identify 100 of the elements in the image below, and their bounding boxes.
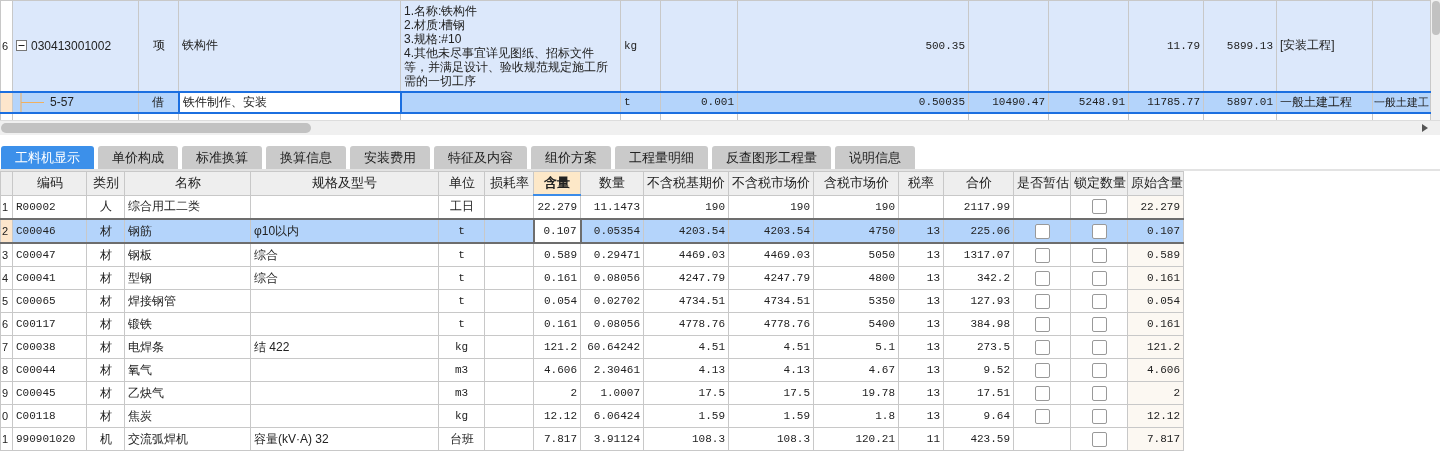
description-line: 2.材质:槽钢 — [404, 17, 467, 32]
checkbox[interactable] — [1034, 408, 1050, 424]
checkbox[interactable] — [1034, 385, 1050, 401]
vertical-scrollbar[interactable] — [1431, 0, 1440, 120]
table-cell: 13 — [926, 249, 940, 261]
checkbox[interactable] — [1091, 316, 1107, 332]
table-cell: 030413001002 — [31, 38, 112, 53]
table-cell: 13 — [926, 364, 940, 376]
row-number: 4 — [2, 272, 9, 284]
table-cell: 0.001 — [701, 96, 734, 109]
table-cell: 190 — [705, 200, 725, 213]
table-cell: 0.161 — [1147, 272, 1180, 284]
table-cell: 0.02702 — [593, 295, 640, 307]
checkbox[interactable] — [1034, 339, 1050, 355]
table-cell: t — [458, 249, 465, 261]
tab[interactable]: 安装费用 — [350, 146, 430, 169]
table-cell: 11 — [926, 433, 940, 445]
checkbox[interactable] — [1091, 293, 1107, 309]
table-cell: t — [458, 272, 465, 284]
table-cell: 5897.01 — [1226, 96, 1273, 109]
table-cell: 材 — [99, 408, 112, 423]
checkbox[interactable] — [1091, 223, 1107, 239]
table-cell: 4203.54 — [763, 225, 810, 237]
table-cell: 钢板 — [128, 247, 152, 262]
table-cell: 342.2 — [977, 272, 1010, 284]
checkbox[interactable] — [1034, 293, 1050, 309]
table-cell: 1.59 — [783, 410, 810, 422]
row-number: 1 — [2, 200, 9, 213]
checkbox[interactable] — [1091, 339, 1107, 355]
table-cell: 423.59 — [970, 433, 1010, 445]
table-cell: 0.08056 — [593, 318, 640, 330]
table-cell: 1317.07 — [963, 249, 1010, 261]
table-cell: 0.589 — [1147, 249, 1180, 261]
table-cell: 材 — [99, 270, 112, 285]
row-number: 0 — [2, 410, 9, 422]
table-cell: 0.161 — [544, 272, 577, 284]
table-cell: 13 — [926, 225, 940, 237]
collapse-icon[interactable] — [16, 40, 27, 52]
column-header[interactable]: 名称 — [174, 175, 201, 191]
checkbox[interactable] — [1091, 362, 1107, 378]
tab[interactable]: 标准换算 — [182, 146, 262, 169]
table-cell: m3 — [454, 387, 469, 399]
table-cell: 交流弧焊机 — [128, 431, 188, 446]
checkbox[interactable] — [1091, 385, 1107, 401]
checkbox[interactable] — [1091, 408, 1107, 424]
table-cell: 0.107 — [1147, 225, 1180, 237]
table-cell: 17.5 — [783, 387, 810, 399]
table-cell: 2117.99 — [963, 200, 1010, 213]
checkbox[interactable] — [1034, 223, 1050, 239]
table-cell: 结 422 — [254, 339, 290, 354]
checkbox[interactable] — [1091, 199, 1107, 215]
table-cell: 5-57 — [50, 95, 75, 110]
table-cell: 2.30461 — [593, 364, 640, 376]
table-cell: kg — [624, 39, 638, 52]
checkbox[interactable] — [1034, 247, 1050, 263]
checkbox[interactable] — [1034, 316, 1050, 332]
table-cell: 乙炔气 — [128, 385, 164, 400]
row-number: 6 — [2, 318, 9, 330]
table-cell: 7.817 — [1147, 433, 1180, 445]
checkbox[interactable] — [1091, 247, 1107, 263]
table-cell: 13 — [926, 318, 940, 330]
checkbox[interactable] — [1034, 270, 1050, 286]
table-cell: 铁构件 — [182, 38, 218, 53]
tab[interactable]: 组价方案 — [531, 146, 611, 169]
table-cell: C00118 — [16, 410, 56, 422]
row-number: 3 — [2, 249, 9, 261]
table-cell: C00065 — [16, 295, 56, 307]
table-cell: t — [458, 225, 465, 237]
table-cell: 4469.03 — [763, 249, 810, 261]
tab[interactable]: 说明信息 — [835, 146, 915, 169]
tab[interactable]: 特征及内容 — [434, 146, 527, 169]
table-cell: 材 — [99, 339, 112, 354]
table-cell: 0.589 — [544, 249, 577, 261]
table-cell: 锻铁 — [128, 316, 152, 331]
table-cell: 材 — [99, 316, 112, 331]
table-cell: C00045 — [16, 387, 56, 399]
table-cell: C00044 — [16, 364, 56, 376]
table-cell: 1.59 — [698, 410, 725, 422]
table-cell: 384.98 — [970, 318, 1010, 330]
checkbox[interactable] — [1091, 270, 1107, 286]
checkbox[interactable] — [1034, 362, 1050, 378]
right-arrow-icon[interactable] — [1422, 124, 1428, 132]
tab[interactable]: 换算信息 — [266, 146, 346, 169]
table-cell: 13 — [926, 387, 940, 399]
table-cell: 4.606 — [1147, 364, 1180, 376]
table-cell: 4.13 — [698, 364, 725, 376]
table-cell: 台班 — [449, 431, 474, 446]
table-cell: 11.79 — [1167, 39, 1200, 52]
tab[interactable]: 工程量明细 — [615, 146, 708, 169]
table-cell: 人 — [99, 199, 112, 214]
row-number: 8 — [2, 364, 9, 376]
tab[interactable]: 反查图形工程量 — [712, 146, 831, 169]
table-cell: 0.50035 — [918, 96, 965, 109]
tab[interactable]: 单价构成 — [98, 146, 178, 169]
horizontal-scrollbar[interactable] — [0, 120, 1440, 135]
checkbox[interactable] — [1091, 431, 1107, 447]
table-cell: 电焊条 — [128, 339, 164, 354]
table-cell: 4203.54 — [678, 225, 725, 237]
table-cell: φ10以内 — [254, 223, 300, 238]
table-cell: 2 — [1173, 387, 1180, 399]
